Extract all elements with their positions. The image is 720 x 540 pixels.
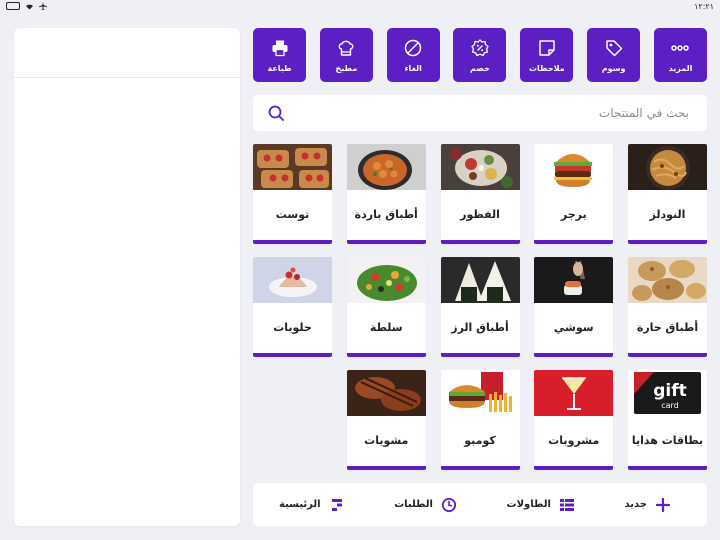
new-order-button[interactable]: جديد bbox=[624, 497, 671, 513]
action-toolbar: المزيد وسوم ملاحظات خصم الغاء مطبخ طباعة bbox=[253, 28, 707, 82]
category-card-salad[interactable]: سلطة bbox=[346, 257, 426, 357]
category-card-burger[interactable]: برجر bbox=[534, 144, 614, 244]
grills-image bbox=[346, 370, 426, 416]
search-icon[interactable] bbox=[267, 104, 285, 122]
status-bar: ١٢:٢١ bbox=[0, 0, 720, 14]
kitchen-label: مطبخ bbox=[335, 63, 358, 73]
tags-label: وسوم bbox=[601, 63, 626, 73]
category-card-rice-dishes[interactable]: أطباق الرز bbox=[440, 257, 520, 357]
gift-card-image: gift card bbox=[628, 370, 707, 416]
category-card-noodles[interactable]: النودلز bbox=[628, 144, 707, 244]
category-name: أطباق باردة bbox=[354, 207, 418, 221]
notes-button[interactable]: ملاحظات bbox=[520, 28, 574, 82]
drinks-image bbox=[534, 370, 614, 416]
desserts-image bbox=[253, 257, 332, 303]
status-time: ١٢:٢١ bbox=[694, 2, 714, 11]
category-name: توست bbox=[275, 207, 310, 221]
tables-icon bbox=[559, 498, 574, 511]
plus-icon bbox=[655, 497, 671, 512]
order-panel bbox=[14, 28, 240, 526]
tag-icon bbox=[605, 39, 622, 56]
kitchen-button[interactable]: مطبخ bbox=[319, 28, 373, 82]
ipad-icon bbox=[6, 2, 20, 10]
category-card-combo[interactable]: كومبو bbox=[440, 370, 520, 470]
category-card-grills[interactable]: مشويات bbox=[346, 370, 426, 470]
sushi-image bbox=[534, 257, 614, 303]
wifi-icon bbox=[26, 4, 33, 9]
hot-dishes-image bbox=[628, 257, 707, 303]
burger-image bbox=[534, 144, 614, 190]
printer-icon bbox=[272, 40, 287, 56]
category-name: برجر bbox=[560, 207, 587, 221]
category-name: أطباق الرز bbox=[451, 320, 509, 334]
breakfast-image bbox=[440, 144, 520, 190]
discount-label: خصم bbox=[470, 63, 490, 73]
category-card-gift-cards[interactable]: gift card بطاقات هدايا bbox=[628, 370, 707, 470]
category-card-sushi[interactable]: سوشي bbox=[534, 257, 614, 357]
category-name: سلطة bbox=[369, 320, 403, 334]
order-panel-header bbox=[14, 28, 240, 78]
cold-dishes-image bbox=[346, 144, 426, 190]
more-button[interactable]: المزيد bbox=[653, 28, 707, 82]
home-nav-item[interactable]: الرئيسية bbox=[279, 497, 345, 513]
category-name: أطباق حارة bbox=[636, 320, 699, 334]
notes-label: ملاحظات bbox=[528, 63, 565, 73]
cancel-icon bbox=[404, 39, 422, 56]
tables-label: الطاولات bbox=[506, 499, 551, 510]
category-name: مشويات bbox=[364, 433, 409, 447]
new-order-label: جديد bbox=[624, 499, 647, 510]
search-input[interactable] bbox=[285, 106, 689, 120]
category-card-toast[interactable]: توست bbox=[253, 144, 332, 244]
cancel-button[interactable]: الغاء bbox=[386, 28, 440, 82]
search-bar bbox=[253, 95, 707, 131]
category-name: كومبو bbox=[464, 433, 496, 447]
card-text: card bbox=[661, 401, 679, 410]
category-name: حلويات bbox=[273, 320, 312, 334]
toast-image bbox=[253, 144, 332, 190]
noodles-image bbox=[628, 144, 707, 190]
rice-dishes-image bbox=[440, 257, 520, 303]
orders-label: الطلبات bbox=[394, 499, 433, 510]
combo-image bbox=[440, 370, 520, 416]
brand-logo-icon bbox=[331, 498, 342, 511]
orders-nav-item[interactable]: الطلبات bbox=[394, 497, 457, 513]
status-icons bbox=[6, 2, 47, 10]
print-button[interactable]: طباعة bbox=[253, 28, 306, 82]
cancel-label: الغاء bbox=[404, 63, 422, 73]
note-icon bbox=[539, 39, 555, 56]
airplane-icon bbox=[39, 2, 47, 10]
discount-button[interactable]: خصم bbox=[453, 28, 507, 82]
category-name: بطاقات هدايا bbox=[631, 433, 704, 447]
category-name: النودلز bbox=[649, 207, 686, 221]
category-card-cold-dishes[interactable]: أطباق باردة bbox=[346, 144, 426, 244]
category-name: مشروبات bbox=[548, 433, 600, 447]
print-label: طباعة bbox=[267, 63, 292, 73]
discount-icon bbox=[471, 38, 489, 56]
category-card-hot-dishes[interactable]: أطباق حارة bbox=[628, 257, 707, 357]
category-card-desserts[interactable]: حلويات bbox=[253, 257, 332, 357]
clock-icon bbox=[441, 497, 457, 512]
salad-image bbox=[346, 257, 426, 303]
chef-hat-icon bbox=[338, 40, 354, 56]
gift-text: gift bbox=[653, 381, 687, 401]
category-card-breakfast[interactable]: الفطور bbox=[440, 144, 520, 244]
tags-button[interactable]: وسوم bbox=[587, 28, 641, 82]
more-icon bbox=[671, 44, 690, 51]
tables-nav-item[interactable]: الطاولات bbox=[507, 497, 575, 513]
category-name: الفطور bbox=[460, 207, 500, 221]
bottom-navigation: جديد الطاولات الطلبات الرئيسية bbox=[253, 483, 707, 526]
category-grid: النودلز برجر الفطور أطباق باردة توست أطب… bbox=[253, 144, 707, 470]
category-name: سوشي bbox=[553, 320, 594, 334]
more-label: المزيد bbox=[668, 63, 693, 73]
home-label: الرئيسية bbox=[279, 499, 321, 510]
category-card-drinks[interactable]: مشروبات bbox=[534, 370, 614, 470]
